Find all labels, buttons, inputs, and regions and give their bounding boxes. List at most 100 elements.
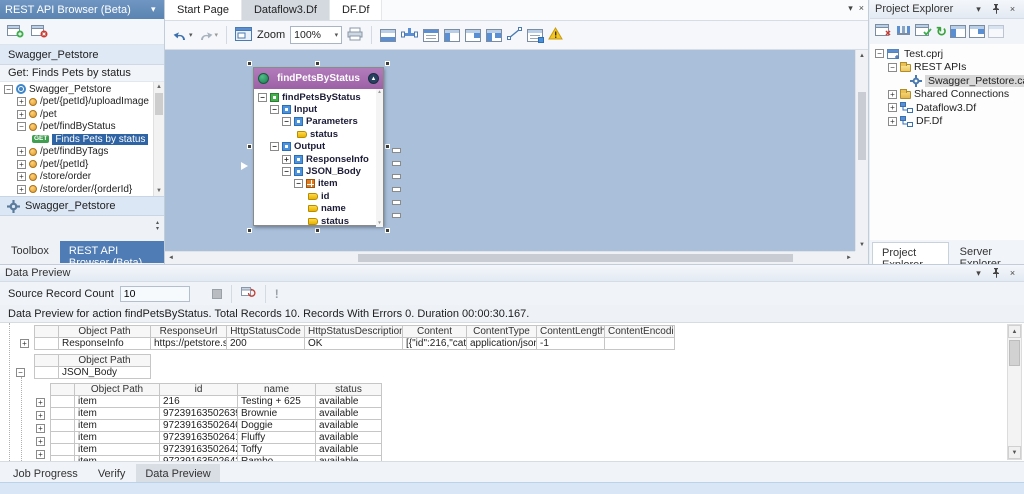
input-port[interactable] bbox=[241, 162, 248, 170]
errors-icon[interactable]: ! bbox=[275, 287, 279, 301]
stop-icon[interactable] bbox=[212, 289, 222, 299]
collapse-icon[interactable]: − bbox=[282, 117, 291, 126]
tab-df[interactable]: DF.Df bbox=[330, 0, 383, 20]
node-row-parameters[interactable]: − Parameters bbox=[256, 116, 382, 128]
column-header[interactable]: ContentType bbox=[467, 326, 537, 338]
node-row-root[interactable]: − findPetsByStatus bbox=[256, 91, 382, 103]
column-header[interactable]: status bbox=[316, 384, 382, 396]
selected-connection-row[interactable]: Swagger_Petstore bbox=[0, 196, 164, 216]
tree-item-dataflow3[interactable]: + Dataflow3.Df bbox=[870, 101, 1024, 115]
tree-item-endpoint[interactable]: + /store/order/{orderId} bbox=[0, 183, 164, 196]
pin-icon[interactable] bbox=[989, 3, 1002, 16]
tab-project-explorer[interactable]: Project Explorer bbox=[872, 242, 949, 264]
canvas-vertical-scrollbar[interactable]: ▲ ▼ bbox=[855, 50, 868, 251]
scroll-up-icon[interactable]: ▲ bbox=[154, 82, 164, 92]
tree-item-endpoint[interactable]: + /pet bbox=[0, 108, 164, 121]
tree-item-rest-apis[interactable]: − REST APIs bbox=[870, 61, 1024, 75]
table-row[interactable]: ResponseInfo https://petstore.s 200 OK [… bbox=[35, 338, 675, 350]
refresh-button[interactable]: ↻ bbox=[936, 25, 947, 38]
scroll-down-icon[interactable]: ▼ bbox=[856, 239, 868, 251]
collapse-icon[interactable]: − bbox=[270, 105, 279, 114]
zoom-dropdown-icon[interactable]: ▾ bbox=[335, 31, 339, 39]
node-row-responseinfo[interactable]: + ResponseInfo bbox=[256, 153, 382, 165]
tree-item-df[interactable]: + DF.Df bbox=[870, 115, 1024, 129]
node-row-output[interactable]: − Output bbox=[256, 141, 382, 153]
scroll-right-icon[interactable]: ► bbox=[843, 252, 855, 264]
dataflow-canvas[interactable]: findPetsByStatus ▲ − findPetsByStatus − … bbox=[165, 50, 855, 251]
node-row-param-status[interactable]: status bbox=[256, 128, 382, 140]
connector-tool-button[interactable] bbox=[507, 27, 522, 43]
layout-split-button[interactable] bbox=[486, 29, 502, 42]
expand-icon[interactable]: + bbox=[17, 172, 26, 181]
undo-button[interactable]: ▾ bbox=[172, 29, 193, 42]
tree-scrollbar[interactable]: ▲ ▼ bbox=[153, 82, 164, 196]
column-header[interactable]: Object Path bbox=[59, 355, 151, 367]
selection-handle[interactable] bbox=[247, 228, 252, 233]
selection-handle[interactable] bbox=[247, 144, 252, 149]
pin-icon[interactable] bbox=[989, 267, 1002, 280]
output-port[interactable] bbox=[392, 174, 401, 179]
column-header[interactable]: Object Path bbox=[59, 326, 151, 338]
selection-handle[interactable] bbox=[385, 144, 390, 149]
output-port[interactable] bbox=[392, 200, 401, 205]
findpetsbystatus-node[interactable]: findPetsByStatus ▲ − findPetsByStatus − … bbox=[253, 67, 384, 226]
expand-icon[interactable]: + bbox=[888, 90, 897, 99]
column-header[interactable]: id bbox=[160, 384, 238, 396]
connection-name-row[interactable]: Swagger_Petstore bbox=[0, 45, 164, 65]
grid-edit-button[interactable] bbox=[527, 29, 543, 42]
selection-handle[interactable] bbox=[385, 61, 390, 66]
table-row[interactable]: item 97239163502642 Toffy available bbox=[51, 444, 382, 456]
node-row-input[interactable]: − Input bbox=[256, 103, 382, 115]
tree-item-endpoint[interactable]: + /store/order bbox=[0, 171, 164, 184]
tab-dataflow3[interactable]: Dataflow3.Df bbox=[242, 0, 330, 20]
redo-button[interactable]: ▾ bbox=[198, 29, 219, 42]
scroll-thumb[interactable] bbox=[858, 92, 866, 160]
collapse-icon[interactable]: − bbox=[17, 122, 26, 131]
tree-item-root[interactable]: − Swagger_Petstore bbox=[0, 83, 164, 96]
selection-handle[interactable] bbox=[315, 228, 320, 233]
scroll-left-icon[interactable]: ◄ bbox=[165, 252, 177, 264]
output-port[interactable] bbox=[392, 187, 401, 192]
tree-item-endpoint[interactable]: − /pet/findByStatus bbox=[0, 121, 164, 134]
output-port[interactable] bbox=[392, 161, 401, 166]
node-row-item[interactable]: − item bbox=[256, 178, 382, 190]
selection-handle[interactable] bbox=[315, 61, 320, 66]
scroll-thumb[interactable] bbox=[155, 93, 163, 115]
layout-right-button[interactable] bbox=[465, 29, 481, 42]
column-header[interactable]: ResponseUrl bbox=[151, 326, 227, 338]
show-properties-button[interactable] bbox=[423, 29, 439, 42]
node-row-id[interactable]: id bbox=[256, 190, 382, 202]
remove-connection-button[interactable] bbox=[31, 23, 48, 41]
expand-icon[interactable]: + bbox=[36, 450, 45, 459]
selection-handle[interactable] bbox=[247, 61, 252, 66]
layout-left-button[interactable] bbox=[950, 25, 966, 38]
tab-data-preview[interactable]: Data Preview bbox=[136, 464, 219, 482]
collapse-icon[interactable]: − bbox=[875, 49, 884, 58]
auto-layout-button[interactable] bbox=[401, 27, 418, 44]
scroll-up-icon[interactable]: ▲ bbox=[856, 50, 868, 62]
node-scrollbar[interactable]: ▴▾ bbox=[376, 89, 383, 227]
tab-rest-api-browser[interactable]: REST API Browser (Beta) bbox=[60, 241, 164, 263]
add-item-button[interactable] bbox=[988, 25, 1004, 38]
column-header[interactable]: HttpStatusCode bbox=[227, 326, 305, 338]
close-document-icon[interactable]: × bbox=[859, 3, 864, 14]
close-icon[interactable]: × bbox=[1006, 3, 1019, 16]
export-dataflow-button[interactable] bbox=[380, 29, 396, 42]
refresh-preview-button[interactable] bbox=[241, 286, 256, 302]
collapse-icon[interactable]: − bbox=[294, 179, 303, 188]
chevron-down-icon[interactable]: ▾ bbox=[147, 3, 160, 16]
table-row[interactable]: item 97239163502643 Rambo available bbox=[51, 456, 382, 462]
node-row-jsonbody[interactable]: − JSON_Body bbox=[256, 165, 382, 177]
expand-icon[interactable]: + bbox=[17, 160, 26, 169]
tab-server-explorer[interactable]: Server Explorer bbox=[951, 242, 1024, 264]
expand-icon[interactable]: + bbox=[36, 398, 45, 407]
expand-icon[interactable]: + bbox=[17, 147, 26, 156]
fit-to-window-button[interactable] bbox=[235, 27, 252, 44]
collapse-icon[interactable]: − bbox=[282, 167, 291, 176]
expand-icon[interactable]: + bbox=[36, 424, 45, 433]
table-row[interactable]: item 97239163502639 Brownie available bbox=[51, 408, 382, 420]
collapse-icon[interactable]: − bbox=[270, 142, 279, 151]
column-header[interactable]: ContentLength bbox=[537, 326, 605, 338]
node-row-status[interactable]: status bbox=[256, 215, 382, 227]
tree-item-endpoint[interactable]: + /pet/{petId}/uploadImage bbox=[0, 96, 164, 109]
